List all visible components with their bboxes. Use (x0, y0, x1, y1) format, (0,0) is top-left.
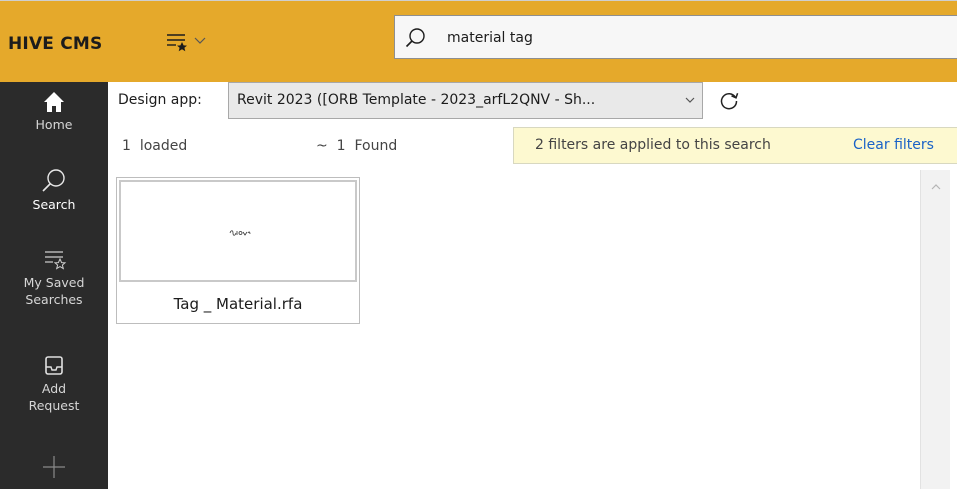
app-brand[interactable]: HIVE CMS (8, 34, 102, 54)
found-count: ~ 1 Found (316, 138, 398, 154)
saved-searches-icon (167, 34, 206, 52)
home-icon (44, 92, 64, 112)
search-icon (405, 28, 425, 48)
search-icon (42, 169, 65, 192)
sidebar-item-search[interactable]: Search (0, 168, 108, 213)
search-box[interactable] (394, 15, 957, 59)
saved-searches-icon (45, 251, 67, 270)
clear-filters-link[interactable]: Clear filters (853, 137, 934, 153)
results-scrollbar[interactable] (920, 170, 950, 489)
sidebar-item-add-request[interactable]: Add Request (0, 354, 108, 414)
inbox-icon (45, 356, 63, 375)
design-app-select[interactable]: Revit 2023 ([ORB Template - 2023_arfL2QN… (228, 82, 703, 119)
sidebar-item-saved-searches[interactable]: My Saved Searches (0, 246, 108, 308)
plus-icon (43, 456, 65, 478)
loaded-count: 1 loaded (122, 138, 188, 154)
chevron-down-icon (194, 37, 206, 44)
chevron-up-icon[interactable] (930, 182, 942, 192)
sidebar-item-home[interactable]: Home (0, 90, 108, 133)
sidebar-item-add[interactable] (0, 454, 108, 482)
sidebar-item-label: Add Request (28, 381, 80, 413)
result-thumbnail (119, 180, 357, 282)
search-input[interactable] (447, 27, 927, 49)
result-card[interactable]: Tag _ Material.rfa (116, 177, 360, 324)
sidebar-item-label: My Saved Searches (23, 275, 85, 307)
sidebar: Home Search My Saved Searches Add Reques… (0, 82, 108, 489)
sidebar-item-label: Home (35, 117, 73, 132)
filter-message: 2 filters are applied to this search (535, 137, 771, 153)
result-name: Tag _ Material.rfa (173, 295, 303, 313)
chevron-down-icon (685, 97, 695, 103)
design-app-value: Revit 2023 ([ORB Template - 2023_arfL2QN… (237, 92, 596, 108)
sidebar-item-label: Search (32, 197, 76, 212)
top-bar: HIVE CMS (0, 0, 957, 82)
filter-banner: 2 filters are applied to this search Cle… (513, 127, 957, 164)
design-app-label: Design app: (118, 92, 202, 108)
saved-searches-dropdown[interactable] (164, 30, 224, 54)
family-thumbnail-icon (229, 230, 251, 236)
refresh-icon[interactable] (718, 89, 740, 111)
